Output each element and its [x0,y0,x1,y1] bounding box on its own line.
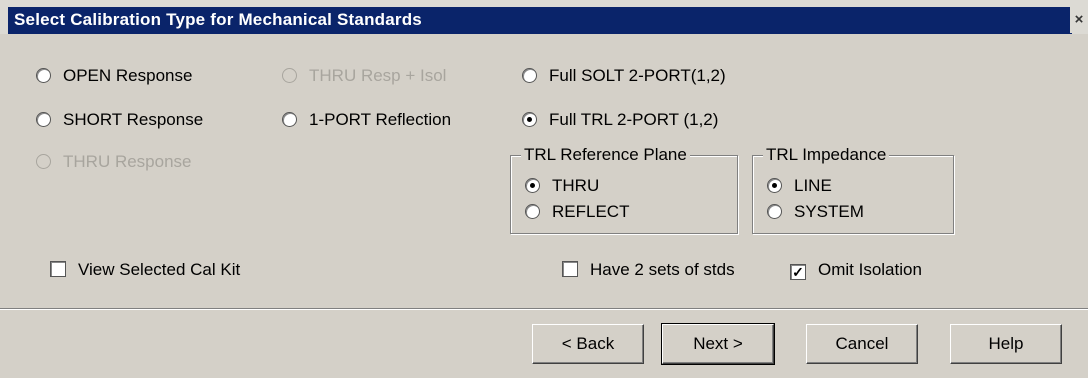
trl-impedance-group: TRL Impedance LINE SYSTEM [752,145,954,234]
short-response-option[interactable]: SHORT Response [36,110,203,130]
omit-isolation-label: Omit Isolation [818,260,922,279]
thru-resp-isol-option: THRU Resp + Isol [282,66,446,86]
impedance-system-option[interactable]: SYSTEM [767,202,864,222]
ref-plane-reflect-label: REFLECT [552,202,630,221]
ref-plane-thru-option[interactable]: THRU [525,176,599,196]
thru-response-option: THRU Response [36,152,192,172]
calibration-type-dialog: Select Calibration Type for Mechanical S… [0,0,1088,378]
title-bar-fill: Select Calibration Type for Mechanical S… [8,7,1072,34]
impedance-line-label: LINE [794,176,832,195]
trl-reference-plane-group: TRL Reference Plane THRU REFLECT [510,145,738,234]
have-2-sets-option[interactable]: Have 2 sets of stds [562,260,735,280]
view-cal-kit-label: View Selected Cal Kit [78,260,241,279]
have-2-sets-label: Have 2 sets of stds [590,260,735,279]
thru-resp-isol-radio [282,68,297,83]
full-trl-label: Full TRL 2-PORT (1,2) [549,110,719,129]
omit-isolation-checkbox[interactable]: ✓ [790,264,806,280]
back-button[interactable]: < Back [532,324,644,364]
view-cal-kit-option[interactable]: View Selected Cal Kit [50,260,240,280]
thru-response-label: THRU Response [63,152,192,171]
one-port-reflection-radio[interactable] [282,112,297,127]
open-response-radio[interactable] [36,68,51,83]
dialog-title: Select Calibration Type for Mechanical S… [14,10,422,29]
short-response-label: SHORT Response [63,110,204,129]
full-solt-label: Full SOLT 2-PORT(1,2) [549,66,726,85]
next-button[interactable]: Next > [661,323,775,365]
ref-plane-reflect-radio[interactable] [525,204,540,219]
trl-reference-plane-legend: TRL Reference Plane [521,145,690,165]
full-trl-radio[interactable] [522,112,537,127]
ref-plane-thru-radio[interactable] [525,178,540,193]
full-trl-option[interactable]: Full TRL 2-PORT (1,2) [522,110,718,130]
open-response-option[interactable]: OPEN Response [36,66,192,86]
full-solt-option[interactable]: Full SOLT 2-PORT(1,2) [522,66,726,86]
impedance-line-radio[interactable] [767,178,782,193]
thru-resp-isol-label: THRU Resp + Isol [309,66,447,85]
close-icon[interactable]: × [1070,7,1088,33]
impedance-system-label: SYSTEM [794,202,864,221]
ref-plane-thru-label: THRU [552,176,600,195]
omit-isolation-option[interactable]: ✓ Omit Isolation [790,260,922,280]
ref-plane-reflect-option[interactable]: REFLECT [525,202,629,222]
one-port-reflection-option[interactable]: 1-PORT Reflection [282,110,451,130]
cancel-button[interactable]: Cancel [806,324,918,364]
full-solt-radio[interactable] [522,68,537,83]
impedance-line-option[interactable]: LINE [767,176,832,196]
help-button[interactable]: Help [950,324,1062,364]
button-separator [0,308,1088,310]
open-response-label: OPEN Response [63,66,193,85]
thru-response-radio [36,154,51,169]
title-bar: Select Calibration Type for Mechanical S… [0,0,1088,34]
impedance-system-radio[interactable] [767,204,782,219]
short-response-radio[interactable] [36,112,51,127]
view-cal-kit-checkbox[interactable] [50,261,66,277]
trl-impedance-legend: TRL Impedance [763,145,890,165]
one-port-reflection-label: 1-PORT Reflection [309,110,452,129]
have-2-sets-checkbox[interactable] [562,261,578,277]
